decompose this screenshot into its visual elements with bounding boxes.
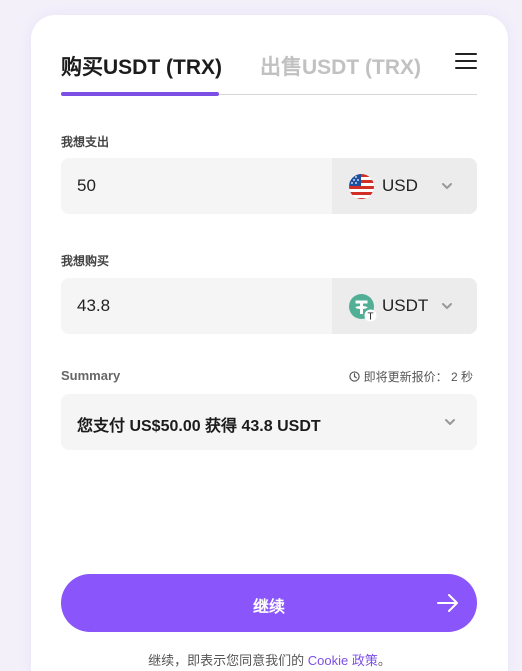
arrow-right-icon [437,594,458,612]
continue-label: 继续 [252,599,285,616]
refresh-text: 即将更新报价： 2 秒 [363,370,473,384]
menu-icon[interactable] [455,53,477,69]
spend-row: USD [61,158,477,214]
svg-text:T: T [367,312,373,323]
summary-dropdown[interactable]: 您支付 US$50.00 获得 43.8 USDT [61,394,477,450]
clock-icon [348,371,360,382]
summary-text: 您支付 US$50.00 获得 43.8 USDT [77,418,321,435]
spend-amount-input[interactable] [61,158,332,214]
widget-card: 购买USDT (TRX) 出售USDT (TRX) 我想支出 50 USD 我想… [31,15,508,671]
spend-currency-select[interactable]: USD [332,158,477,214]
us-flag-icon [349,174,374,199]
receive-amount-input[interactable] [61,278,332,334]
tab-buy[interactable]: 购买USDT (TRX) [61,51,222,81]
chevron-down-icon [442,183,452,189]
quote-refresh-timer: 即将更新报价： 2 秒 [348,368,473,385]
receive-row: T USDT [61,278,477,334]
spend-currency-code: USD [382,176,418,195]
footer-prefix: 继续，即表示您同意我们的 [148,653,308,668]
cookie-policy-link[interactable]: Cookie 政策 [308,653,378,668]
footer-consent: 继续，即表示您同意我们的 Cookie 政策。 [31,650,508,669]
receive-currency-code: USDT [382,296,429,315]
summary-label: Summary [61,368,121,383]
chevron-down-icon [445,419,455,425]
receive-currency-select[interactable]: T USDT [332,278,477,334]
footer-suffix: 。 [377,653,391,668]
chevron-down-icon [442,303,452,309]
tether-icon: T [349,294,377,323]
spend-label: 我想支出 [61,135,110,149]
active-tab-indicator [61,92,219,96]
tab-bar: 购买USDT (TRX) 出售USDT (TRX) [61,51,477,96]
receive-label: 我想购买 [61,254,110,268]
continue-button[interactable]: 继续 [61,574,477,632]
tab-sell[interactable]: 出售USDT (TRX) [260,51,421,81]
